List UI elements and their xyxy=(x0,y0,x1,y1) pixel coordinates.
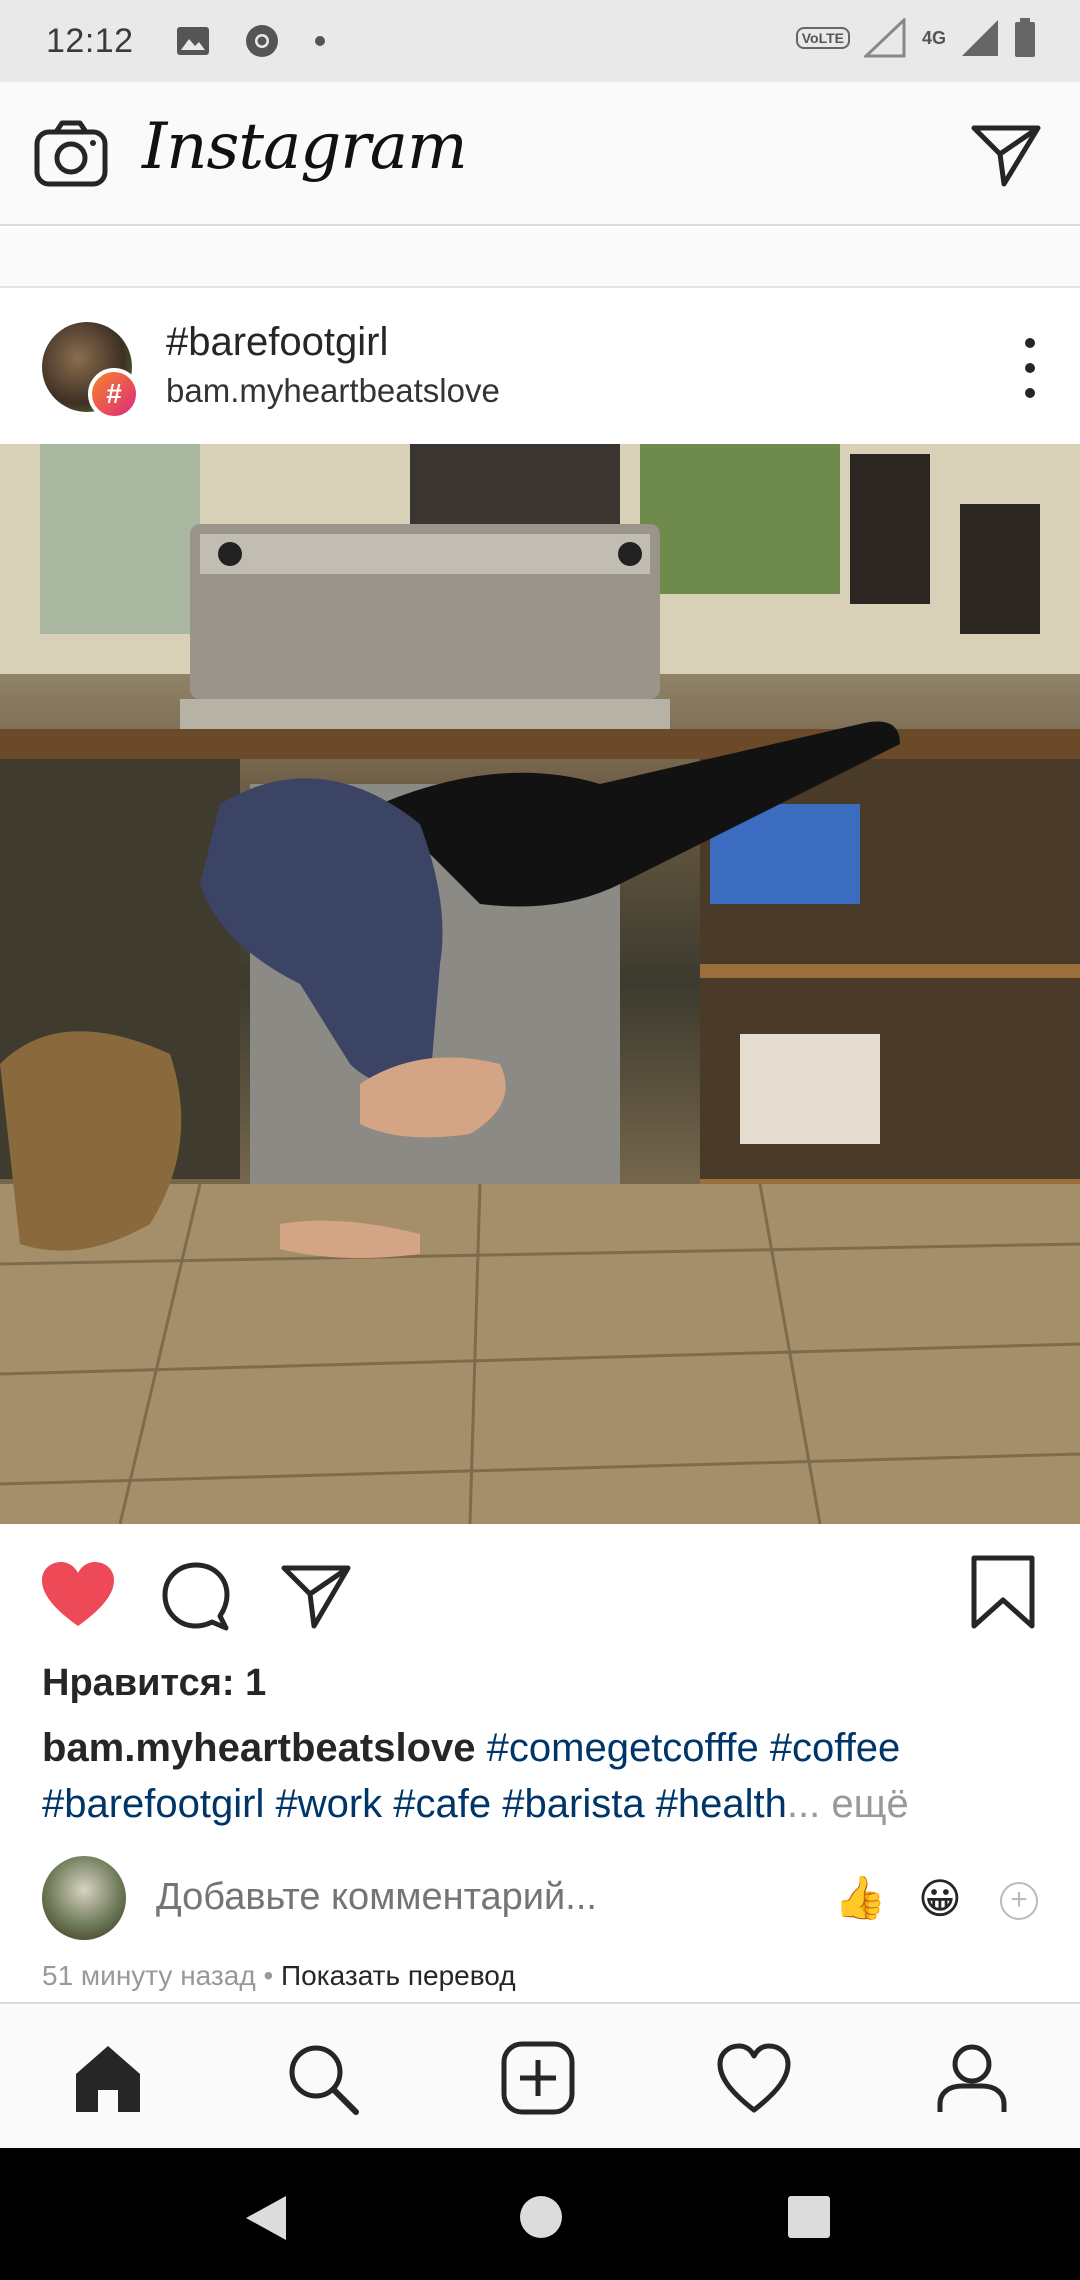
signal-icon xyxy=(863,18,906,58)
add-emoji-icon[interactable]: + xyxy=(1000,1882,1038,1920)
heart-filled-icon[interactable] xyxy=(40,1560,116,1630)
thumbs-up-emoji-button[interactable]: 👍 xyxy=(834,1874,886,1923)
chrome-icon xyxy=(245,25,278,57)
grinning-emoji-button[interactable]: 😀 xyxy=(918,1874,962,1923)
post-photo[interactable] xyxy=(0,444,1080,1524)
direct-send-icon[interactable] xyxy=(970,118,1042,190)
caption-hashtags-line1[interactable]: #comegetcofffe #coffee xyxy=(487,1726,901,1770)
hashtag-badge: # xyxy=(88,368,140,420)
battery-icon xyxy=(1015,18,1035,57)
network-type: 4G xyxy=(921,27,946,48)
status-system-icons: VoLTE 4G xyxy=(795,18,1036,58)
comment-row: 👍 😀 + xyxy=(0,1856,1080,1946)
home-icon[interactable] xyxy=(70,2040,146,2116)
post-username[interactable]: bam.myheartbeatslove xyxy=(166,372,500,410)
likes-count[interactable]: Нравится: 1 xyxy=(42,1662,266,1705)
more-options-icon[interactable] xyxy=(1016,338,1044,398)
post-header: # #barefootgirl bam.myheartbeatslove xyxy=(0,290,1080,444)
status-time: 12:12 xyxy=(46,21,134,60)
show-translation-link[interactable]: Показать перевод xyxy=(281,1960,516,1991)
post-caption: bam.myheartbeatslove #comegetcofffe #cof… xyxy=(42,1720,1042,1832)
image-icon xyxy=(176,27,209,55)
profile-icon[interactable] xyxy=(934,2040,1010,2116)
post-actions xyxy=(0,1524,1080,1664)
camera-icon[interactable] xyxy=(34,120,108,188)
activity-heart-icon[interactable] xyxy=(716,2040,792,2116)
new-post-icon[interactable] xyxy=(500,2040,576,2116)
caption-ellipsis: ... xyxy=(786,1782,821,1826)
search-icon[interactable] xyxy=(284,2040,360,2116)
app-header: Instagram xyxy=(0,82,1080,226)
status-notification-icons xyxy=(176,23,326,59)
instagram-logo: Instagram xyxy=(142,110,468,184)
time-ago: 51 минуту назад xyxy=(42,1960,256,1991)
volte-icon: VoLTE xyxy=(795,27,850,49)
status-bar: 12:12 VoLTE 4G xyxy=(0,0,1080,82)
caption-username[interactable]: bam.myheartbeatslove xyxy=(42,1726,476,1770)
photo-illustration xyxy=(0,444,1080,1524)
post-timestamp: 51 минуту назад • Показать перевод xyxy=(42,1960,516,1992)
recents-icon[interactable] xyxy=(786,2194,832,2240)
stories-strip xyxy=(0,228,1080,288)
comment-icon[interactable] xyxy=(160,1560,232,1632)
caption-more-link[interactable]: ещё xyxy=(831,1782,908,1826)
signal-icon xyxy=(962,20,998,56)
home-circle-icon[interactable] xyxy=(518,2194,564,2240)
back-icon[interactable] xyxy=(244,2194,288,2242)
share-icon[interactable] xyxy=(280,1560,352,1632)
comment-input[interactable] xyxy=(156,1876,756,1919)
user-avatar xyxy=(42,1856,126,1940)
post-hashtag-title[interactable]: #barefootgirl xyxy=(166,320,388,365)
bottom-nav xyxy=(0,2002,1080,2148)
system-nav-bar xyxy=(0,2148,1080,2280)
bookmark-icon[interactable] xyxy=(970,1554,1036,1630)
dot-icon xyxy=(314,36,325,46)
caption-hashtags-line2[interactable]: #barefootgirl #work #cafe #barista #heal… xyxy=(42,1782,787,1826)
separator-dot: • xyxy=(263,1960,274,1991)
